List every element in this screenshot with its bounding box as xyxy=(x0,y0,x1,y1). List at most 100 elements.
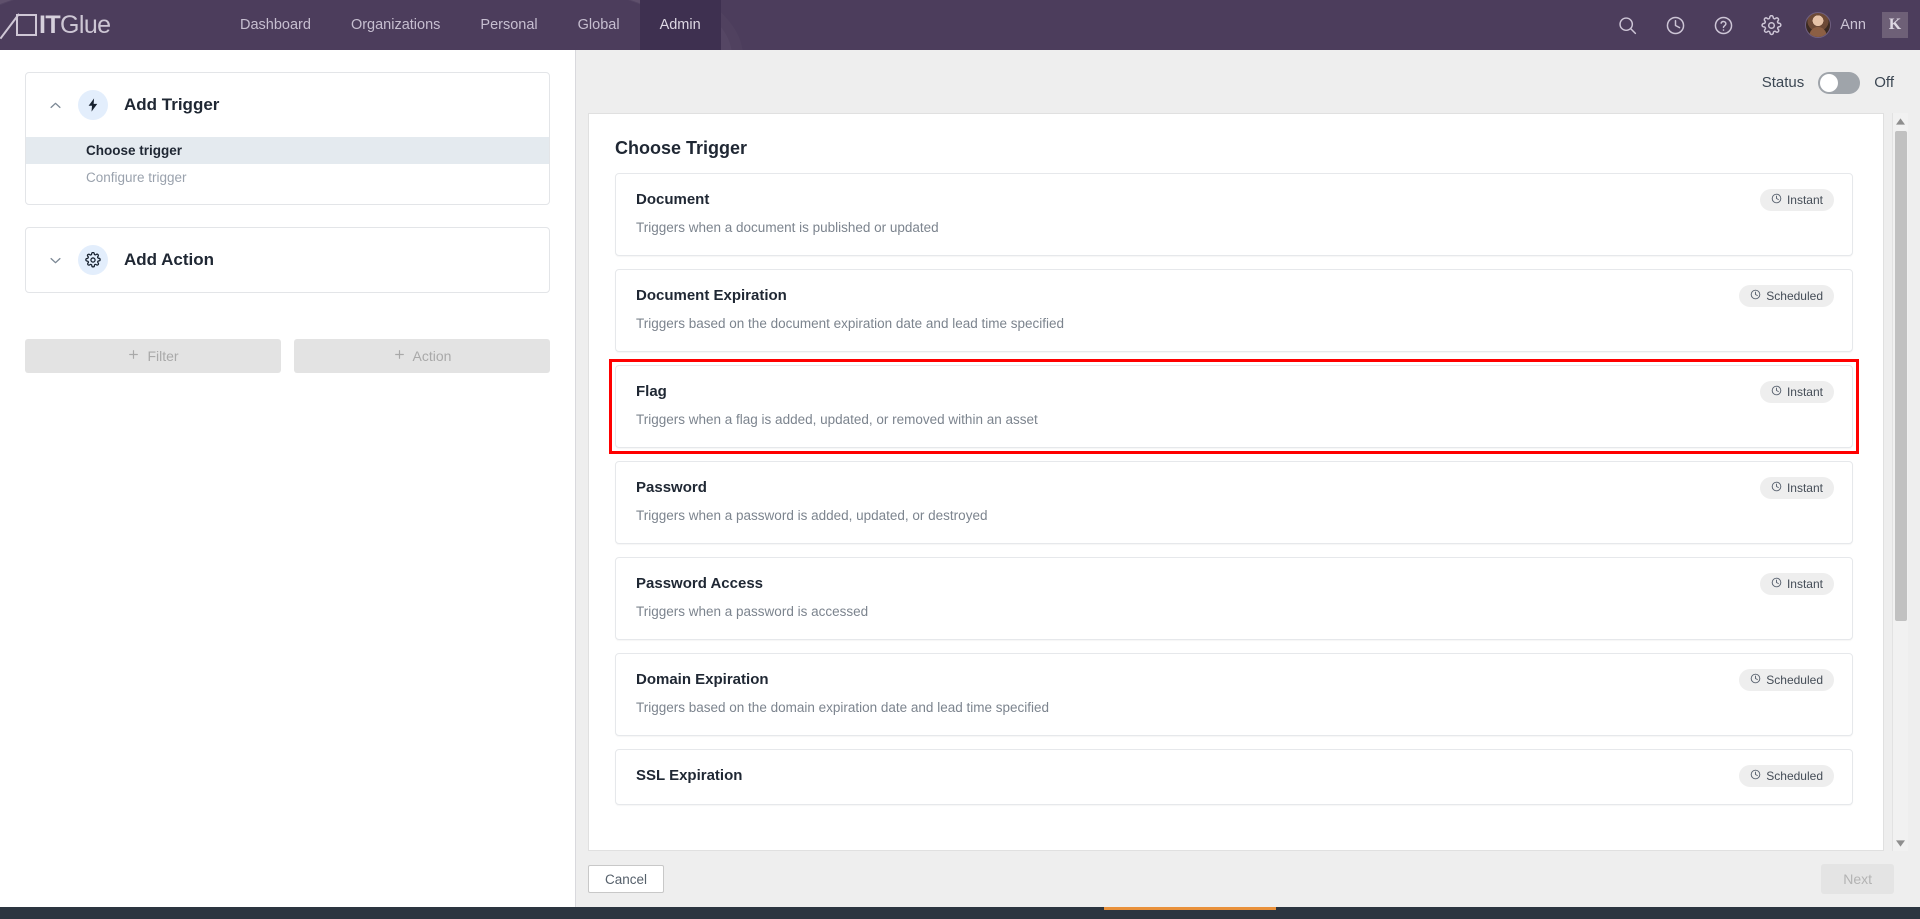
trigger-description: Triggers when a password is accessed xyxy=(636,604,869,619)
trigger-timing-badge: Instant xyxy=(1759,477,1834,499)
nav-tab-organizations[interactable]: Organizations xyxy=(331,0,460,50)
trigger-timing-badge: Scheduled xyxy=(1739,285,1834,307)
trigger-option-document-expiration[interactable]: Document Expiration Triggers based on the… xyxy=(615,269,1853,352)
trigger-name: Password Access xyxy=(636,575,764,592)
clock-icon xyxy=(1771,193,1782,207)
add-trigger-title: Add Trigger xyxy=(124,95,220,114)
trigger-option-password-access[interactable]: Password Access Triggers when a password … xyxy=(615,557,1853,640)
clock-icon xyxy=(1771,577,1782,591)
itglue-logo[interactable]: ITGlue xyxy=(16,0,166,50)
avatar xyxy=(1805,12,1832,38)
choose-trigger-panel: Choose Trigger Document Triggers when a d… xyxy=(588,113,1884,851)
trigger-description: Triggers when a flag is added, updated, … xyxy=(636,412,1038,427)
trigger-timing-label: Instant xyxy=(1786,577,1823,591)
search-icon[interactable] xyxy=(1603,0,1651,50)
trigger-list-scrollbar[interactable] xyxy=(1892,113,1908,851)
lightning-bolt-icon xyxy=(78,90,108,120)
brand-it: IT xyxy=(39,10,61,39)
add-action-header[interactable]: Add Action xyxy=(26,228,549,292)
clock-icon xyxy=(1771,385,1782,399)
status-label: Status xyxy=(1761,74,1805,91)
trigger-timing-label: Scheduled xyxy=(1766,769,1823,783)
trigger-name: Document xyxy=(636,191,710,208)
trigger-name: Document Expiration xyxy=(636,287,787,304)
nav-right-actions: Ann K xyxy=(1603,0,1920,50)
add-trigger-header[interactable]: Add Trigger xyxy=(26,73,549,137)
clock-icon xyxy=(1750,673,1761,687)
nav-tab-personal[interactable]: Personal xyxy=(460,0,557,50)
scroll-down-arrow[interactable] xyxy=(1893,835,1908,851)
chevron-up-icon[interactable] xyxy=(44,98,66,113)
status-value: Off xyxy=(1874,74,1894,91)
dialog-footer: Cancel Next xyxy=(576,851,1920,907)
trigger-name: SSL Expiration xyxy=(636,767,743,784)
trigger-chooser-pane: Status Off Choose Trigger Document Trigge… xyxy=(576,50,1920,907)
configure-trigger-label: Configure trigger xyxy=(86,170,187,185)
page-title: Choose Trigger xyxy=(615,138,748,158)
taskbar-accent xyxy=(1104,907,1276,910)
trigger-name: Domain Expiration xyxy=(636,671,769,688)
sidebar-item-choose-trigger[interactable]: Choose trigger xyxy=(26,137,549,164)
clock-icon xyxy=(1750,289,1761,303)
trigger-timing-label: Instant xyxy=(1786,193,1823,207)
cancel-button[interactable]: Cancel xyxy=(588,865,665,893)
trigger-option-domain-expiration[interactable]: Domain Expiration Triggers based on the d… xyxy=(615,653,1853,736)
user-menu[interactable]: Ann xyxy=(1795,12,1872,38)
brand-glue: Glue xyxy=(60,10,111,39)
trigger-description: Triggers based on the document expiratio… xyxy=(636,316,1065,331)
status-toggle[interactable] xyxy=(1818,71,1861,94)
trigger-timing-label: Instant xyxy=(1786,385,1823,399)
add-action-button[interactable]: Action xyxy=(294,339,550,373)
trigger-name: Password xyxy=(636,479,707,496)
add-action-card: Add Action xyxy=(25,227,550,293)
trigger-timing-badge: Instant xyxy=(1759,381,1834,403)
add-action-title: Add Action xyxy=(124,250,215,269)
clock-icon xyxy=(1750,769,1761,783)
scrollbar-thumb[interactable] xyxy=(1895,131,1907,621)
sidebar-item-configure-trigger[interactable]: Configure trigger xyxy=(26,164,549,191)
brand-text: ITGlue xyxy=(39,10,111,40)
clock-icon xyxy=(1771,481,1782,495)
plus-icon xyxy=(127,348,140,364)
status-toggle-group: Status Off xyxy=(1762,50,1894,115)
history-clock-icon[interactable] xyxy=(1651,0,1699,50)
itglue-logo-icon xyxy=(16,14,37,36)
trigger-description: Triggers when a password is added, updat… xyxy=(636,508,988,523)
top-navigation-bar: ITGlue Dashboard Organizations Personal Glo… xyxy=(0,0,1920,50)
nav-tab-global[interactable]: Global xyxy=(558,0,640,50)
nav-tab-admin[interactable]: Admin xyxy=(639,0,721,50)
app-switcher-button[interactable]: K xyxy=(1882,12,1908,38)
chevron-down-icon[interactable] xyxy=(44,253,66,268)
trigger-timing-label: Instant xyxy=(1786,481,1823,495)
add-filter-button[interactable]: Filter xyxy=(25,339,281,373)
nav-tab-dashboard[interactable]: Dashboard xyxy=(220,0,331,50)
workflow-builder-sidebar: Add Trigger Choose trigger Configure tri… xyxy=(0,50,576,907)
nav-tab-list: Dashboard Organizations Personal Global Admi… xyxy=(220,0,721,50)
help-question-icon[interactable] xyxy=(1699,0,1747,50)
browser-taskbar xyxy=(0,907,1920,919)
gear-icon[interactable] xyxy=(1747,0,1795,50)
trigger-option-password[interactable]: Password Triggers when a password is adde… xyxy=(615,461,1853,544)
trigger-timing-badge: Instant xyxy=(1759,189,1834,211)
sidebar-add-buttons: Filter Action xyxy=(25,339,550,373)
trigger-timing-badge: Scheduled xyxy=(1739,765,1834,787)
trigger-option-ssl-expiration[interactable]: SSL Expiration Scheduled xyxy=(615,749,1853,805)
plus-icon xyxy=(393,348,406,364)
next-button[interactable]: Next xyxy=(1821,864,1894,894)
trigger-timing-badge: Instant xyxy=(1759,573,1834,595)
gear-icon xyxy=(78,245,108,275)
trigger-option-document[interactable]: Document Triggers when a document is publ… xyxy=(615,173,1853,256)
trigger-option-flag[interactable]: Flag Triggers when a flag is added, updat… xyxy=(615,365,1853,448)
add-filter-label: Filter xyxy=(147,348,179,364)
add-action-label: Action xyxy=(412,348,452,364)
trigger-timing-label: Scheduled xyxy=(1766,673,1823,687)
trigger-list: Document Triggers when a document is publ… xyxy=(589,163,1883,805)
add-trigger-card: Add Trigger Choose trigger Configure tri… xyxy=(25,72,550,205)
trigger-timing-badge: Scheduled xyxy=(1739,669,1834,691)
trigger-name: Flag xyxy=(636,383,667,400)
scroll-up-arrow[interactable] xyxy=(1893,113,1908,129)
choose-trigger-label: Choose trigger xyxy=(86,143,183,158)
trigger-description: Triggers based on the domain expiration … xyxy=(636,700,1050,715)
app-badge-label: K xyxy=(1888,16,1902,33)
trigger-timing-label: Scheduled xyxy=(1766,289,1823,303)
